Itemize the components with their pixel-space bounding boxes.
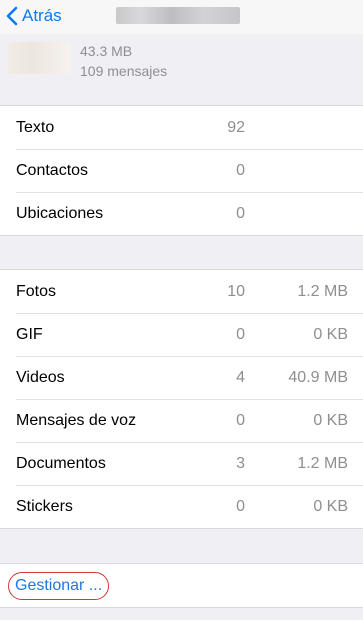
list-item[interactable]: GIF 0 0 KB (0, 313, 363, 356)
list-item[interactable]: Videos 4 40.9 MB (0, 356, 363, 399)
row-count: 10 (227, 282, 245, 300)
row-label: Documentos (16, 454, 106, 472)
list-item[interactable]: Stickers 0 0 KB (0, 485, 363, 528)
avatar (8, 42, 70, 74)
row-label: Ubicaciones (16, 204, 104, 222)
row-count: 0 (236, 325, 245, 343)
row-count: 0 (236, 204, 245, 222)
chat-title-redacted (116, 7, 240, 24)
row-count: 0 (236, 497, 245, 515)
media-section: Fotos 10 1.2 MB GIF 0 0 KB Videos 4 40.9… (0, 269, 363, 529)
back-label: Atrás (22, 6, 62, 25)
row-count: 4 (236, 368, 245, 386)
total-size: 43.3 MB (80, 43, 133, 59)
row-label: Texto (16, 118, 55, 136)
row-size: 1.2 MB (297, 282, 348, 300)
row-label: Contactos (16, 161, 89, 179)
row-label: Fotos (16, 282, 57, 300)
list-item[interactable]: Texto 92 (0, 106, 363, 149)
list-item[interactable]: Fotos 10 1.2 MB (0, 270, 363, 313)
row-count: 3 (236, 454, 245, 472)
chat-storage-header: 43.3 MB 109 mensajes (0, 34, 363, 104)
summary-section: Texto 92 Contactos 0 Ubicaciones 0 (0, 105, 363, 236)
row-size: 0 KB (313, 497, 348, 515)
row-size: 40.9 MB (288, 368, 348, 386)
row-count: 0 (236, 411, 245, 429)
list-item[interactable]: Documentos 3 1.2 MB (0, 442, 363, 485)
row-size: 1.2 MB (297, 454, 348, 472)
list-item[interactable]: Contactos 0 (0, 149, 363, 192)
back-button[interactable]: Atrás (6, 5, 62, 27)
list-item[interactable]: Ubicaciones 0 (0, 192, 363, 235)
message-count: 109 mensajes (80, 63, 168, 79)
row-label: GIF (16, 325, 43, 343)
row-size: 0 KB (313, 325, 348, 343)
row-label: Videos (16, 368, 65, 386)
manage-section: Gestionar ... (0, 563, 363, 608)
row-label: Mensajes de voz (16, 411, 137, 429)
row-count: 0 (236, 161, 245, 179)
chevron-left-icon (6, 6, 18, 26)
row-count: 92 (227, 118, 245, 136)
manage-button[interactable]: Gestionar ... (8, 572, 110, 600)
navigation-bar: Atrás (0, 0, 363, 35)
row-size: 0 KB (313, 411, 348, 429)
row-label: Stickers (16, 497, 73, 515)
list-item[interactable]: Mensajes de voz 0 0 KB (0, 399, 363, 442)
manage-label: Gestionar ... (15, 577, 103, 594)
